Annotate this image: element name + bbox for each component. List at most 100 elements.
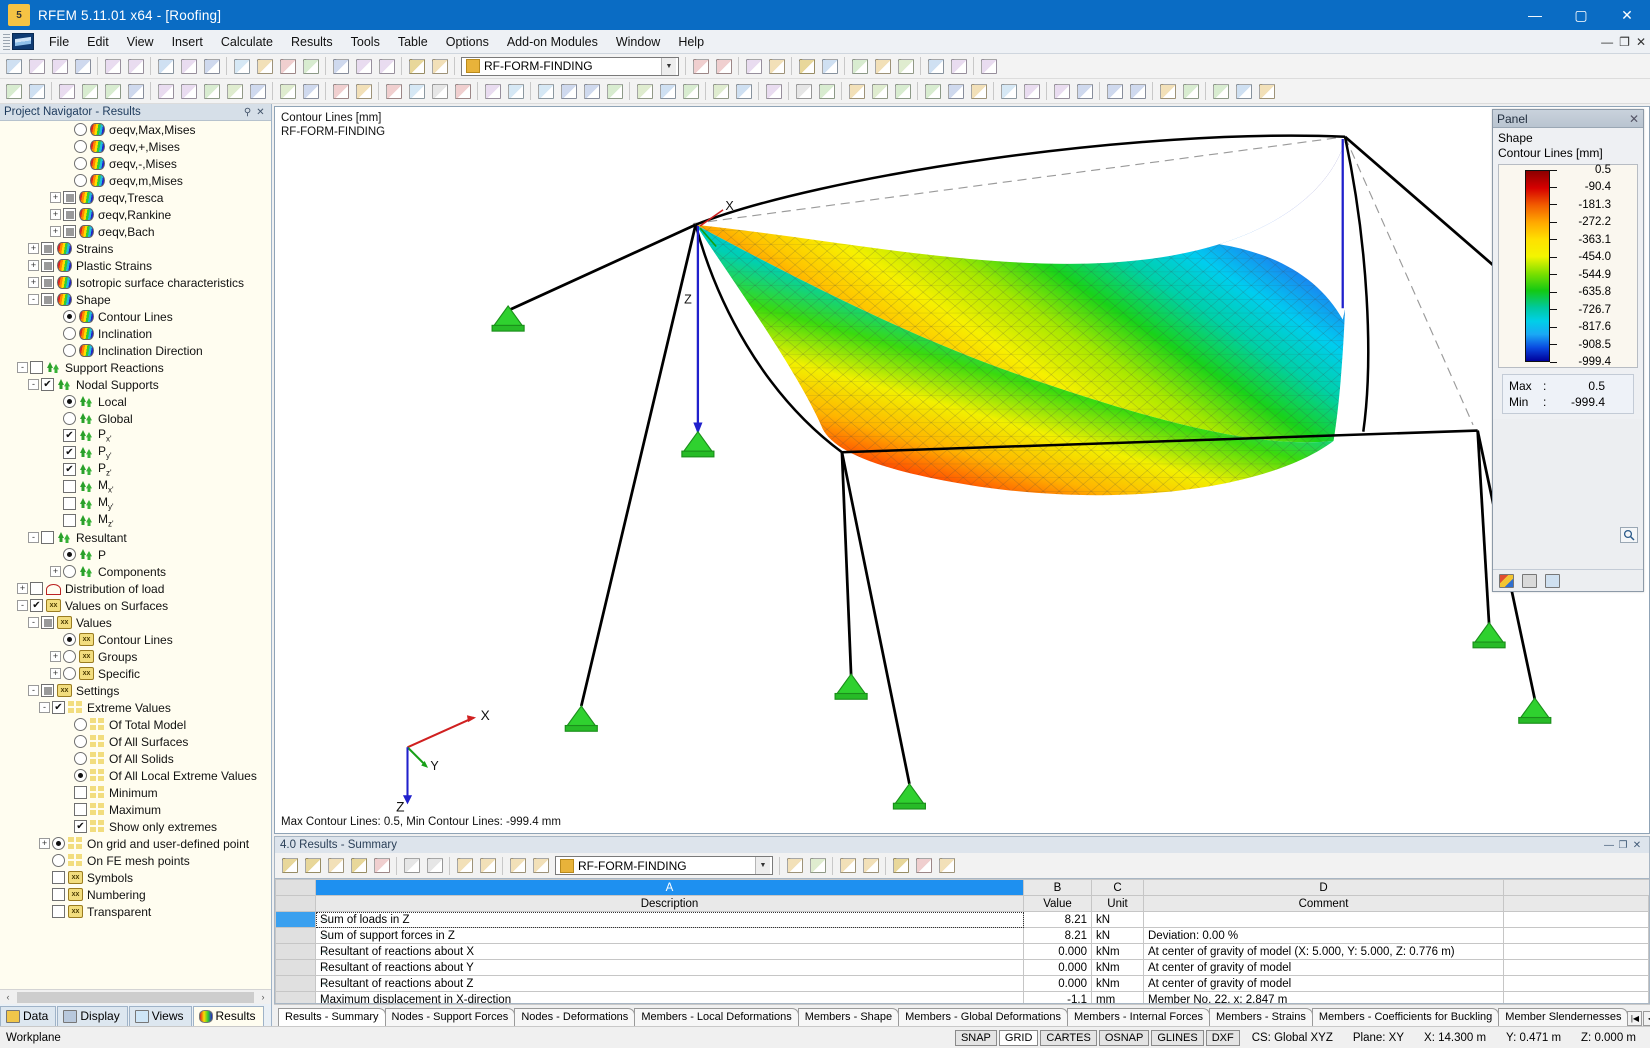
tree-radio[interactable] [63,327,76,340]
chevron-down-icon[interactable]: ▼ [661,58,676,75]
tree-expander[interactable]: + [50,566,61,577]
tree-expander[interactable]: - [17,362,28,373]
sheet-tab[interactable]: Members - Shape [798,1008,899,1026]
tree-item[interactable]: +Distribution of load [0,580,271,597]
toolbar-button-render[interactable] [299,55,322,77]
toolbar-button-tbl-view[interactable] [506,855,529,877]
toolbar-button-members[interactable] [894,55,917,77]
sheet-tab[interactable]: Nodes - Support Forces [385,1008,516,1026]
tree-radio[interactable] [74,769,87,782]
tree-item[interactable]: Of All Local Extreme Values [0,767,271,784]
load-case-combo[interactable]: RF-FORM-FINDING▼ [555,856,773,875]
toolbar-button-undo[interactable] [101,55,124,77]
tree-item[interactable]: +xxSpecific [0,665,271,682]
toolbar-button-export[interactable] [815,80,838,102]
toolbar-button-prev-case[interactable] [689,55,712,77]
cell-comment[interactable]: At center of gravity of model [1144,960,1504,976]
cell-description[interactable]: Resultant of reactions about X [316,944,1024,960]
tree-radio[interactable] [52,854,65,867]
toolbar-button-view-top[interactable] [428,55,451,77]
tree-item[interactable]: Mz' [0,512,271,529]
tree-expander[interactable]: - [28,379,39,390]
color-legend[interactable]: 0.5-90.4-181.3-272.2-363.1-454.0-544.9-6… [1498,164,1638,368]
menu-item-insert[interactable]: Insert [163,32,212,52]
tree-expander[interactable]: + [50,668,61,679]
tree-item[interactable]: ✔Px' [0,427,271,444]
tree-item[interactable]: +σeqv,Bach [0,223,271,240]
toolbar-button-node[interactable] [154,80,177,102]
results-grid[interactable]: A B C D Description Value Unit Comment [274,878,1650,1004]
toolbar-button-camera[interactable] [1209,80,1232,102]
toolbar-button-solid[interactable] [246,80,269,102]
navigator-tab-views[interactable]: Views [129,1006,192,1026]
tree-item[interactable]: +Isotropic surface characteristics [0,274,271,291]
toolbar-button-render-mode[interactable] [997,80,1020,102]
tree-checkbox[interactable] [63,514,76,527]
toolbar-button-tbl-select[interactable] [347,855,370,877]
tree-checkbox[interactable] [63,497,76,510]
cell-value[interactable]: 8.21 [1024,928,1092,944]
tree-checkbox[interactable]: ✔ [63,463,76,476]
column-letter-c[interactable]: C [1092,880,1144,896]
cell-unit[interactable]: kNm [1092,944,1144,960]
menu-item-options[interactable]: Options [437,32,498,52]
tree-item[interactable]: Maximum [0,801,271,818]
cell-description[interactable]: Sum of loads in Z [316,912,1024,928]
tree-radio[interactable] [63,412,76,425]
toolbar-button-tbl-back[interactable] [783,855,806,877]
tree-item[interactable]: +σeqv,Tresca [0,189,271,206]
toolbar-button-mesh[interactable] [481,80,504,102]
factors-icon[interactable] [1522,574,1537,588]
sheet-tab[interactable]: Member Slendernesses [1498,1008,1628,1026]
tree-expander[interactable]: + [17,583,28,594]
tree-checkbox[interactable] [63,191,76,204]
tree-item[interactable]: σeqv,m,Mises [0,172,271,189]
tree-expander[interactable]: - [28,685,39,696]
toolbar-button-pan[interactable] [1232,80,1255,102]
column-letter-d[interactable]: D [1144,880,1504,896]
tree-checkbox[interactable] [52,888,65,901]
toolbar-button-help[interactable] [977,55,1000,77]
tree-checkbox[interactable] [63,225,76,238]
tree-checkbox[interactable]: ✔ [52,701,65,714]
tree-item[interactable]: Of All Solids [0,750,271,767]
tree-radio[interactable] [63,633,76,646]
pin-icon[interactable]: ⚲ [241,107,254,118]
toolbar-button-cut[interactable] [732,80,755,102]
toolbar-button-material[interactable] [352,80,375,102]
toolbar-button-deform[interactable] [848,55,871,77]
tree-expander[interactable]: - [28,532,39,543]
scroll-left-icon[interactable]: ‹ [0,992,16,1002]
sheet-tab[interactable]: Results - Summary [278,1008,386,1026]
toolbar-button-results-table[interactable] [818,55,841,77]
tree-item[interactable]: Inclination [0,325,271,342]
toolbar-button-iso[interactable] [656,80,679,102]
toolbar-button-layer[interactable] [329,55,352,77]
tree-item[interactable]: +xxGroups [0,648,271,665]
cell-description[interactable]: Resultant of reactions about Z [316,976,1024,992]
zoom-icon[interactable] [1620,527,1638,543]
tree-item[interactable]: ✔Py' [0,444,271,461]
cell-value[interactable]: 0.000 [1024,960,1092,976]
toolbar-button-tbl-filter[interactable] [278,855,301,877]
table-row[interactable]: Resultant of reactions about X0.000kNmAt… [276,944,1649,960]
toolbar-button-cut[interactable] [154,55,177,77]
filter-icon[interactable] [1545,574,1560,588]
table-minimize-button[interactable]: — [1602,840,1616,851]
toolbar-button-print-report[interactable] [792,80,815,102]
cell-description[interactable]: Resultant of reactions about Y [316,960,1024,976]
toolbar-button-move[interactable] [55,80,78,102]
toolbar-button-view-front[interactable] [405,55,428,77]
toolbar-button-line[interactable] [177,80,200,102]
toolbar-button-open[interactable] [25,55,48,77]
row-header[interactable] [276,944,316,960]
toolbar-button-zoom-all[interactable] [253,55,276,77]
tree-checkbox[interactable] [41,259,54,272]
status-toggle-snap[interactable]: SNAP [955,1030,997,1046]
toolbar-button-settings[interactable] [845,80,868,102]
menu-item-edit[interactable]: Edit [78,32,118,52]
sheet-tab-nav-button[interactable]: |◀ [1627,1011,1642,1026]
tree-item[interactable]: xxTransparent [0,903,271,920]
sheet-tab-nav-button[interactable]: ◀ [1643,1011,1650,1026]
toolbar-button-tbl-info[interactable] [859,855,882,877]
